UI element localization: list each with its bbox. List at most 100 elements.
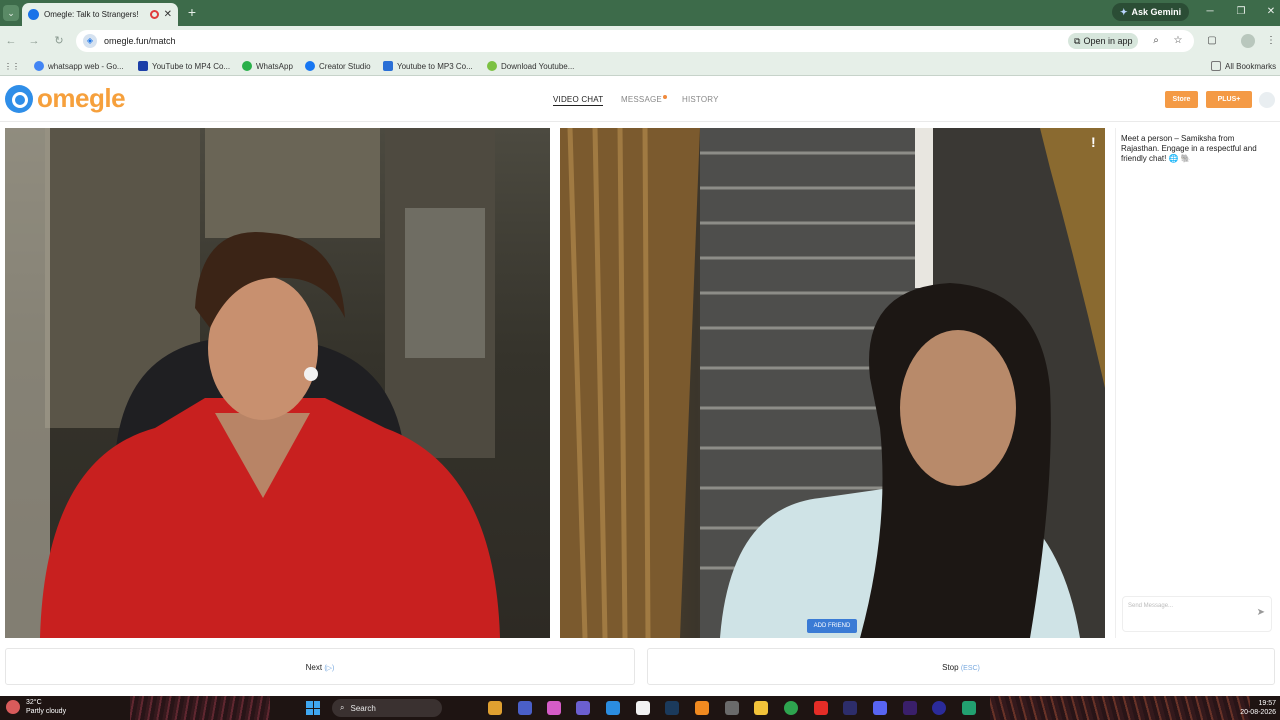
download-icon [487,61,497,71]
person-face [900,330,1016,486]
earbud [304,367,318,381]
browser-tab-strip: ⌄ Omegle: Talk to Strangers! ✕ + ✦ Ask G… [0,0,1280,26]
browser-menu-icon[interactable]: ⋮ [1264,34,1278,48]
ask-gemini-label: Ask Gemini [1131,7,1182,17]
all-bookmarks[interactable]: All Bookmarks [1211,59,1276,73]
vlc-app-icon[interactable] [695,701,709,715]
new-tab-button[interactable]: + [184,4,200,20]
widgets-app-icon[interactable] [488,701,502,715]
system-clock[interactable]: 19:57 20-08-2026 [1236,699,1276,717]
teams-app-icon[interactable] [576,701,590,715]
bookmark-label: whatsapp web - Go... [48,61,124,71]
next-label: Next [305,663,323,672]
bookmark-label: Youtube to MP3 Co... [397,61,473,71]
site-info-icon[interactable]: ◈ [83,34,97,48]
store-app-icon[interactable] [636,701,650,715]
open-in-app-button[interactable]: ⧉ Open in app [1068,33,1139,49]
stop-label: Stop [942,663,959,672]
stranger-video-feed: ! ADD FRIEND [560,128,1105,638]
taskbar-search[interactable]: ⌕ Search [332,699,442,717]
next-button[interactable]: Next (▷) [5,648,635,685]
all-bookmarks-label: All Bookmarks [1225,61,1277,71]
file-explorer-icon[interactable] [754,701,768,715]
ask-gemini-button[interactable]: ✦ Ask Gemini [1112,3,1190,21]
apps-grid-icon[interactable]: ⋮⋮ [4,59,20,73]
logo-text: omegle [37,83,126,113]
bookmark-item[interactable]: Download Youtube... [487,59,574,73]
wall-light-strip [915,128,933,288]
bookmark-item[interactable]: whatsapp web - Go... [34,59,124,73]
converter-icon [138,61,148,71]
copilot-app-icon[interactable] [547,701,561,715]
nav-message[interactable]: MESSAGE [621,95,667,104]
address-url[interactable]: omegle.fun/match [104,36,176,46]
forward-arrow-icon[interactable]: → [27,34,41,48]
store-button[interactable]: Store [1165,91,1198,108]
obs-app-icon[interactable] [932,701,946,715]
message-input[interactable]: Send Message... ➤ [1122,596,1272,632]
stop-button[interactable]: Stop (ESC) [647,648,1275,685]
back-arrow-icon[interactable]: ← [4,34,18,48]
bookmark-item[interactable]: YouTube to MP4 Co... [138,59,230,73]
photoshop-app-icon[interactable] [843,701,857,715]
nav-history[interactable]: HISTORY [682,95,719,104]
send-icon[interactable]: ➤ [1257,607,1265,618]
bookmark-item[interactable]: Creator Studio [305,59,371,73]
maximize-window-icon[interactable]: ❐ [1234,5,1248,19]
taskbar-search-label: Search [350,703,376,713]
chrome-app-icon[interactable] [784,701,798,715]
profile-avatar-icon[interactable] [1241,34,1255,48]
user-avatar-icon[interactable] [1259,92,1275,108]
nav-video-chat[interactable]: VIDEO CHAT [553,95,604,106]
self-video-frame [5,128,500,638]
background-window [205,128,380,238]
tab-title: Omegle: Talk to Strangers! [44,10,139,19]
tab-close-icon[interactable]: ✕ [164,9,172,20]
extensions-icon[interactable]: ▢ [1205,34,1219,48]
settings-app-icon[interactable] [725,701,739,715]
bookmark-item[interactable]: WhatsApp [242,59,293,73]
weather-widget[interactable]: 32°C Partly cloudy [6,698,66,716]
clock-date: 20-08-2026 [1240,709,1276,716]
bookmark-item[interactable]: Youtube to MP3 Co... [383,59,473,73]
youtube-app-icon[interactable] [814,701,828,715]
meet-app-icon[interactable] [518,701,532,715]
steam-app-icon[interactable] [665,701,679,715]
premiere-app-icon[interactable] [903,701,917,715]
bookmark-label: YouTube to MP4 Co... [152,61,231,71]
close-window-icon[interactable]: ✕ [1264,5,1278,19]
background-wall [5,128,50,638]
zoom-search-icon[interactable]: ⌕ [1149,34,1163,48]
bookmark-label: Download Youtube... [501,61,575,71]
nav-message-label: MESSAGE [621,95,662,104]
address-bar[interactable]: ◈ omegle.fun/match [76,30,1194,52]
add-friend-button[interactable]: ADD FRIEND [807,619,857,633]
chat-panel: Meet a person – Samiksha from Rajasthan.… [1115,128,1275,638]
omegle-logo[interactable]: omegle [5,83,126,114]
discord-app-icon[interactable] [873,701,887,715]
folder-icon [1211,61,1221,71]
notification-dot-icon [662,95,667,99]
omegle-logo-icon [5,84,33,113]
whatsapp-app-icon[interactable] [962,701,976,715]
google-icon [34,61,44,71]
tab-search-dropdown-icon[interactable]: ⌄ [3,5,19,21]
plus-button[interactable]: PLUS+ [1206,91,1252,108]
bookmark-label: WhatsApp [256,61,293,71]
browser-toolbar: ← → ↻ ◈ omegle.fun/match ⧉ Open in app ⌕… [0,26,1280,56]
site-header: omegle VIDEO CHAT MESSAGE HISTORY Store … [0,76,1280,122]
windows-start-icon[interactable] [306,701,320,715]
message-placeholder: Send Message... [1128,603,1174,609]
next-shortcut-hint: (▷) [324,665,335,672]
report-button[interactable]: ! [1091,134,1097,150]
edge-app-icon[interactable] [606,701,620,715]
minimize-window-icon[interactable]: ─ [1203,5,1217,19]
reload-icon[interactable]: ↻ [52,34,66,48]
browser-tab[interactable]: Omegle: Talk to Strangers! ✕ [22,3,178,26]
meta-icon [305,61,315,71]
bookmark-label: Creator Studio [319,61,371,71]
bookmark-star-icon[interactable]: ☆ [1171,34,1185,48]
open-app-icon: ⧉ [1074,35,1081,46]
mp3-converter-icon [383,61,393,71]
background-light [405,208,485,358]
